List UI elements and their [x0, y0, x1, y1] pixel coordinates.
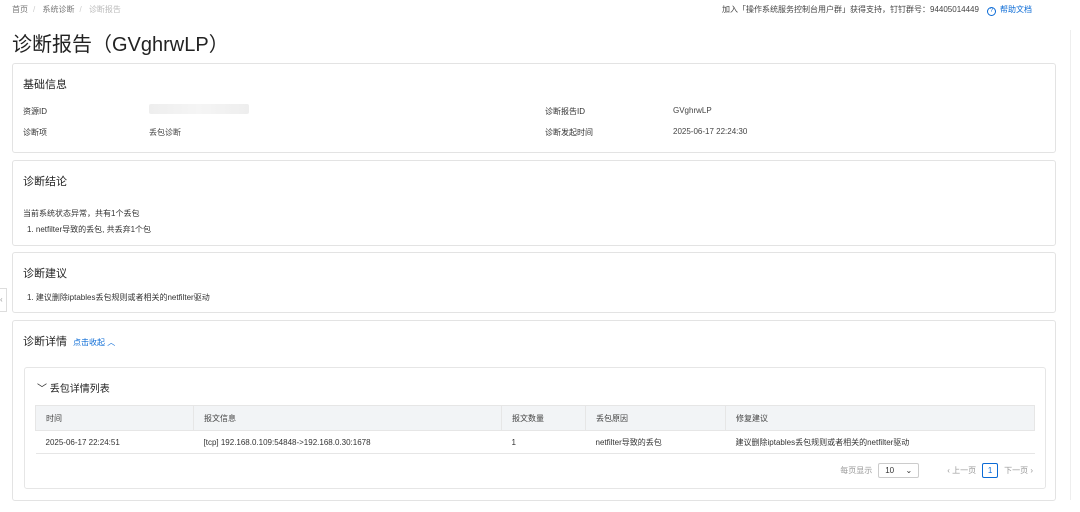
- collapse-label: 点击收起: [73, 338, 105, 347]
- sidebar-expand-handle[interactable]: ‹: [0, 288, 7, 312]
- cell-packet: [tcp] 192.168.0.109:54848->192.168.0.30:…: [193, 430, 502, 454]
- prev-page-button[interactable]: ‹ 上一页: [947, 465, 976, 476]
- section-title: 诊断建议: [23, 268, 67, 280]
- section-title: 基础信息: [23, 79, 67, 91]
- help-docs-link[interactable]: 帮助文档: [1000, 5, 1032, 14]
- cell-time: 2025-06-17 22:24:51: [35, 430, 194, 454]
- scrollbar[interactable]: [1070, 30, 1071, 500]
- drop-list-header[interactable]: ﹀ 丢包详情列表: [37, 380, 110, 395]
- cell-fix: 建议删除iptables丢包规则或者相关的netfilter驱动: [725, 430, 1035, 454]
- report-id-value: GVghrwLP: [673, 106, 712, 115]
- pagination: 每页显示 10 ⌄ ‹ 上一页 1 下一页 ›: [840, 463, 1033, 478]
- time-label: 诊断发起时间: [545, 128, 593, 137]
- drop-table: 时间 报文信息 报文数量 丢包原因 修复建议 2025-06-17 22:24:…: [35, 405, 1035, 454]
- cell-count: 1: [501, 430, 586, 454]
- conclusion-item: 1. netfilter导致的丢包, 共丢弃1个包: [27, 225, 152, 234]
- help-icon: ?: [986, 7, 996, 16]
- table-row: 2025-06-17 22:24:51 [tcp] 192.168.0.109:…: [35, 430, 1035, 454]
- item-label: 诊断项: [23, 128, 47, 137]
- page-title: 诊断报告（GVghrwLP）: [12, 34, 229, 56]
- item-value: 丢包诊断: [149, 128, 181, 137]
- advice-card: 诊断建议 1. 建议删除iptables丢包规则或者相关的netfilter驱动: [12, 252, 1056, 313]
- collapse-toggle[interactable]: 点击收起 ︿: [73, 338, 115, 347]
- chevron-up-icon: ︿: [107, 338, 116, 347]
- column-header: 报文信息: [193, 405, 502, 431]
- column-header: 时间: [35, 405, 194, 431]
- column-header: 修复建议: [725, 405, 1035, 431]
- conclusion-summary: 当前系统状态异常，共有1个丢包: [23, 209, 140, 218]
- breadcrumb-current: 诊断报告: [88, 5, 121, 14]
- next-page-button[interactable]: 下一页 ›: [1004, 465, 1033, 476]
- next-label: 下一页: [1004, 466, 1029, 475]
- drop-list-title: 丢包详情列表: [49, 384, 110, 395]
- advice-item: 1. 建议删除iptables丢包规则或者相关的netfilter驱动: [27, 293, 210, 302]
- details-card: 诊断详情 点击收起 ︿ ﹀ 丢包详情列表 时间 报文信息 报文数量 丢包原因 修复…: [12, 320, 1056, 501]
- basic-info-card: 基础信息 资源ID 诊断项 丢包诊断 诊断报告ID GVghrwLP 诊断发起时…: [12, 63, 1056, 153]
- chevron-down-icon: ﹀: [37, 384, 47, 395]
- chevron-down-icon: ⌄: [905, 466, 913, 475]
- time-value: 2025-06-17 22:24:30: [673, 127, 748, 136]
- conclusion-card: 诊断结论 当前系统状态异常，共有1个丢包 1. netfilter导致的丢包, …: [12, 160, 1056, 246]
- resource-id-label: 资源ID: [23, 107, 47, 116]
- resource-id-value: [149, 104, 249, 116]
- page-size-select[interactable]: 10 ⌄: [878, 463, 920, 478]
- section-title: 诊断详情 点击收起 ︿: [23, 333, 115, 349]
- top-bar: 首页 / 系统诊断 / 诊断报告 加入「操作系统服务控制台用户群」获得支持，钉钉群号…: [12, 5, 1032, 16]
- column-header: 丢包原因: [585, 405, 726, 431]
- support-text: 加入「操作系统服务控制台用户群」获得支持，钉钉群号：94405014449: [722, 5, 979, 14]
- section-title: 诊断结论: [23, 176, 67, 188]
- page-1-button[interactable]: 1: [982, 463, 999, 478]
- page-size-value: 10: [885, 466, 895, 475]
- details-title: 诊断详情: [23, 336, 67, 348]
- page-size-label: 每页显示: [840, 466, 873, 475]
- breadcrumb-home[interactable]: 首页: [12, 5, 28, 14]
- breadcrumb-system-diagnosis[interactable]: 系统诊断: [42, 5, 74, 14]
- cell-reason: netfilter导致的丢包: [585, 430, 726, 454]
- column-header: 报文数量: [501, 405, 586, 431]
- report-id-label: 诊断报告ID: [545, 107, 585, 116]
- prev-label: 上一页: [952, 466, 977, 475]
- drop-list-panel: ﹀ 丢包详情列表 时间 报文信息 报文数量 丢包原因 修复建议 2025-06-…: [24, 367, 1046, 489]
